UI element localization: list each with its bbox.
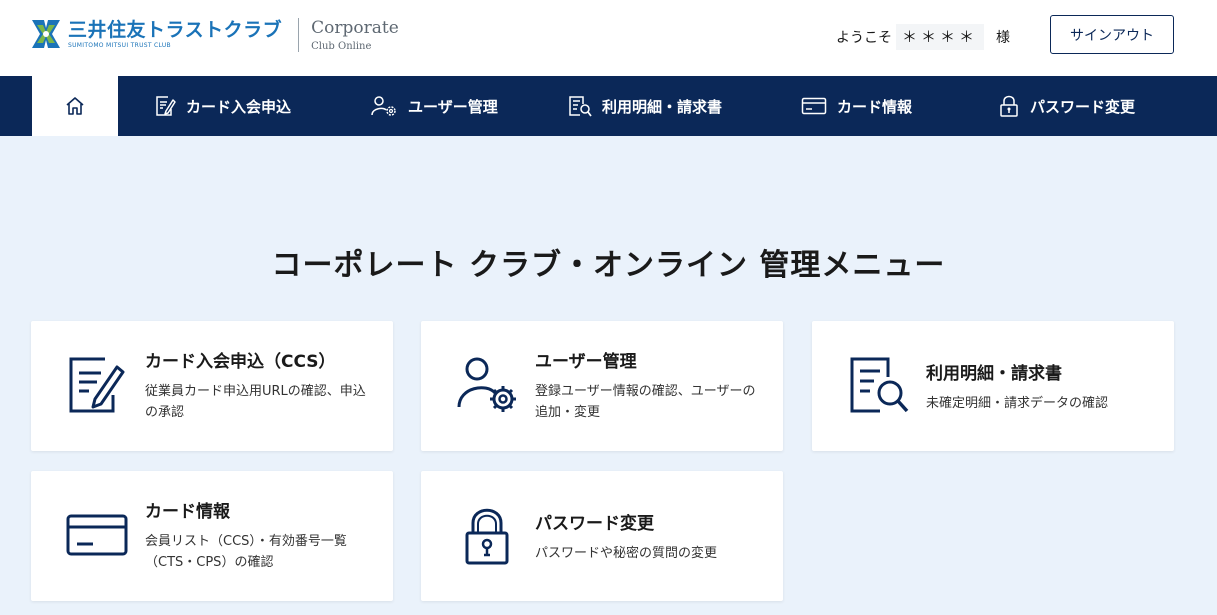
card-icon bbox=[801, 97, 827, 115]
card-title: カード入会申込（CCS） bbox=[145, 352, 336, 372]
card-icon bbox=[66, 514, 128, 556]
nav-label: カード情報 bbox=[837, 97, 913, 116]
logo-text-en: SUMITOMO MITSUI TRUST CLUB bbox=[68, 42, 171, 49]
nav-label: ユーザー管理 bbox=[408, 97, 498, 116]
lock-icon bbox=[1000, 95, 1018, 117]
menu-card-password-change[interactable]: パスワード変更 パスワードや秘密の質問の変更 bbox=[421, 471, 783, 601]
nav-statements[interactable]: 利用明細・請求書 bbox=[568, 76, 722, 136]
menu-card-user-management[interactable]: ユーザー管理 登録ユーザー情報の確認、ユーザーの追加・変更 bbox=[421, 321, 783, 451]
menu-card-card-application[interactable]: カード入会申込（CCS） 従業員カード申込用URLの確認、申込の承認 bbox=[31, 321, 393, 451]
card-title: ユーザー管理 bbox=[535, 352, 637, 372]
logo-divider bbox=[298, 18, 300, 52]
welcome-message: ようこそ ＊＊＊＊ 様 bbox=[836, 24, 1010, 50]
lock-icon bbox=[465, 508, 509, 565]
nav-label: カード入会申込 bbox=[186, 97, 292, 116]
application-icon bbox=[69, 357, 125, 413]
user-gear-icon bbox=[457, 357, 516, 412]
signout-button[interactable]: サインアウト bbox=[1050, 15, 1174, 54]
welcome-prefix: ようこそ bbox=[836, 30, 892, 46]
welcome-suffix: 様 bbox=[996, 30, 1011, 46]
application-icon bbox=[156, 96, 176, 116]
page-title: コーポレート クラブ・オンライン 管理メニュー bbox=[271, 248, 946, 283]
card-title: パスワード変更 bbox=[535, 514, 654, 534]
card-description: 従業員カード申込用URLの確認、申込の承認 bbox=[145, 384, 366, 420]
corporate-title: Corporate bbox=[311, 18, 399, 38]
card-title: 利用明細・請求書 bbox=[926, 364, 1062, 384]
card-description: パスワードや秘密の質問の変更 bbox=[535, 546, 718, 561]
statement-search-icon bbox=[569, 96, 592, 117]
nav-card-info[interactable]: カード情報 bbox=[801, 76, 912, 136]
menu-card-statements[interactable]: 利用明細・請求書 未確定明細・請求データの確認 bbox=[812, 321, 1174, 451]
user-gear-icon bbox=[371, 96, 396, 116]
statement-search-icon bbox=[850, 357, 909, 413]
logo-mark-icon bbox=[32, 20, 60, 48]
card-title: カード情報 bbox=[145, 502, 230, 522]
menu-card-card-info[interactable]: カード情報 会員リスト（CCS）・有効番号一覧（CTS・CPS）の確認 bbox=[31, 471, 393, 601]
corporate-subtitle: Club Online bbox=[311, 41, 372, 52]
main-nav: カード入会申込 ユーザー管理 利用明細・請求書 カード情報 パスワード変更 bbox=[0, 76, 1217, 136]
logo[interactable]: 三井住友トラストクラブ SUMITOMO MITSUI TRUST CLUB C… bbox=[30, 18, 399, 54]
user-name: ＊＊＊＊ bbox=[896, 24, 985, 50]
nav-user-management[interactable]: ユーザー管理 bbox=[370, 76, 498, 136]
home-icon bbox=[66, 97, 84, 115]
nav-password-change[interactable]: パスワード変更 bbox=[998, 76, 1135, 136]
nav-home[interactable] bbox=[32, 76, 118, 136]
nav-card-application[interactable]: カード入会申込 bbox=[154, 76, 291, 136]
card-description: 登録ユーザー情報の確認、ユーザーの追加・変更 bbox=[535, 384, 756, 420]
nav-label: パスワード変更 bbox=[1030, 97, 1136, 116]
header: 三井住友トラストクラブ SUMITOMO MITSUI TRUST CLUB C… bbox=[0, 0, 1217, 76]
card-description: 未確定明細・請求データの確認 bbox=[926, 396, 1109, 411]
nav-label: 利用明細・請求書 bbox=[602, 97, 723, 116]
logo-text-jp: 三井住友トラストクラブ bbox=[68, 19, 283, 41]
card-description: 会員リスト（CCS）・有効番号一覧（CTS・CPS）の確認 bbox=[145, 534, 347, 570]
